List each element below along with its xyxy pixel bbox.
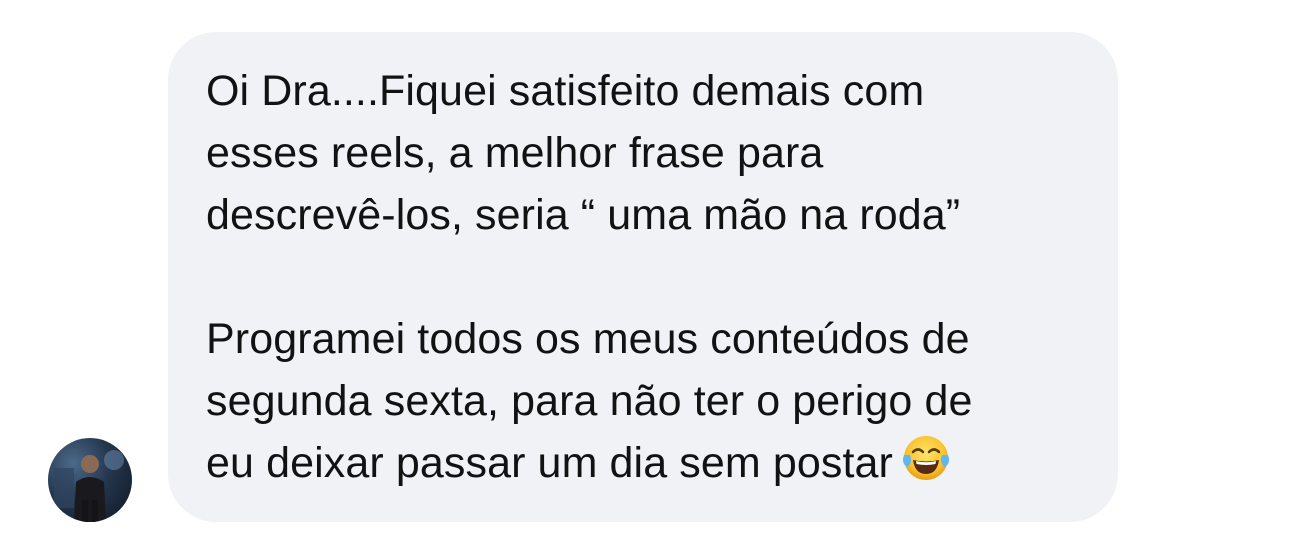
person-photo-icon (54, 450, 124, 522)
sender-avatar[interactable] (48, 438, 132, 522)
message-line-last: eu deixar passar um dia sem postar (206, 432, 1096, 494)
message-line: segunda sexta, para não ter o perigo de (206, 377, 973, 425)
message-text: Oi Dra....Fiquei satisfeito demais com e… (206, 60, 1096, 494)
message-paragraph-1: Oi Dra....Fiquei satisfeito demais com e… (206, 60, 1096, 246)
message-line: Oi Dra....Fiquei satisfeito demais com (206, 67, 925, 115)
message-line: Programei todos os meus conteúdos de (206, 315, 970, 363)
message-line-text: eu deixar passar um dia sem postar (206, 439, 893, 487)
message-paragraph-2: Programei todos os meus conteúdos de seg… (206, 308, 1096, 494)
message-line: descrevê-los, seria “ uma mão na roda” (206, 191, 961, 239)
message-line: esses reels, a melhor frase para (206, 129, 824, 177)
message-bubble[interactable]: Oi Dra....Fiquei satisfeito demais com e… (168, 32, 1118, 522)
message-row: Oi Dra....Fiquei satisfeito demais com e… (0, 0, 1290, 545)
face-with-tears-of-joy-icon (901, 433, 951, 483)
